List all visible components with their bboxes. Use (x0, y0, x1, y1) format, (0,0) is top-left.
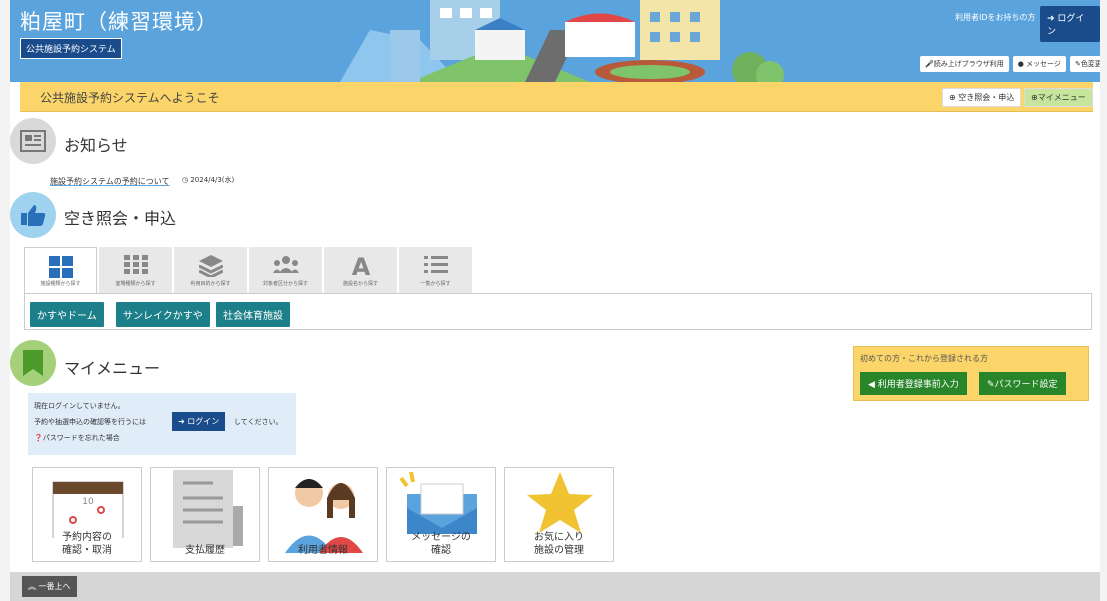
news-date: ◷ 2024/4/3(水) (182, 176, 235, 184)
microphone-icon: 🎤 (925, 60, 934, 68)
send-icon: ◀ (868, 380, 878, 390)
header: 粕屋町（練習環境） 公共施設予約システム 利用者IDをお持ちの方 ➜ ログイン … (10, 0, 1100, 82)
payment-history-card[interactable]: 支払履歴 (150, 467, 260, 562)
facility-sunlake-button[interactable]: サンレイクかすや (116, 302, 210, 327)
system-badge: 公共施設予約システム (20, 38, 122, 59)
mymenu-cards: 10 予約内容の 確認・取消 支払履歴 利用者情報 メッセージの 確認 お気に入り施… (32, 467, 614, 562)
svg-text:A: A (351, 255, 370, 277)
search-apply-button[interactable]: ⊕ 空き照会・申込 (942, 88, 1022, 107)
tab-facility-name[interactable]: A 施設名から探す (324, 247, 397, 294)
tab-facility-type[interactable]: 施設種類から探す (24, 247, 97, 294)
news-title: お知らせ (64, 136, 128, 155)
page: 粕屋町（練習環境） 公共施設予約システム 利用者IDをお持ちの方 ➜ ログイン … (10, 0, 1100, 601)
site-title: 粕屋町（練習環境） (20, 10, 218, 34)
mymenu-button[interactable]: ⊕マイメニュー (1024, 88, 1093, 107)
facility-button-box: かすやドーム サンレイクかすや 社会体育施設 (24, 293, 1092, 330)
grid-icon (48, 256, 73, 278)
list-icon (423, 256, 448, 273)
register-button[interactable]: ◀ 利用者登録事前入力 (860, 372, 967, 395)
tab-list[interactable]: 一覧から探す (399, 247, 472, 294)
message-card[interactable]: メッセージの 確認 (386, 467, 496, 562)
login-info-box: 現在ログインしていません。 予約や抽選申込の確認等を行うには ➜ ログイン して… (28, 393, 296, 455)
facility-sports-button[interactable]: 社会体育施設 (216, 302, 290, 327)
back-to-top-button[interactable]: ︽ 一番上へ (22, 576, 77, 597)
favorites-card[interactable]: お気に入り 施設の管理 (504, 467, 614, 562)
user-info-card[interactable]: 利用者情報 (268, 467, 378, 562)
header-login-button[interactable]: ➜ ログイン (1040, 6, 1100, 42)
welcome-text: 公共施設予約システムへようこそ (40, 91, 220, 105)
login-instruction-suffix: してください。 (234, 418, 283, 426)
plus-circle-icon: ⊕ (1031, 93, 1038, 102)
reservation-card[interactable]: 10 予約内容の 確認・取消 (32, 467, 142, 562)
bookmark-icon (10, 340, 56, 386)
search-tabs: 施設種類から探す 室場種類から探す 利用目的から探す 対象者区分から探す A 施… (24, 247, 474, 294)
tab-purpose[interactable]: 利用目的から探す (174, 247, 247, 294)
tab-room-type[interactable]: 室場種類から探す (99, 247, 172, 294)
login-icon: ➜ (178, 417, 188, 426)
pointing-hand-icon (10, 192, 56, 238)
letter-a-icon: A (351, 255, 370, 277)
envelope-icon (399, 471, 477, 534)
news-link[interactable]: 施設予約システムの予約について (50, 176, 170, 187)
plus-circle-icon: ⊕ (949, 93, 959, 102)
question-icon: ❓ (34, 434, 43, 442)
welcome-bar: 公共施設予約システムへようこそ ⊕ 空き照会・申込 ⊕マイメニュー (20, 82, 1093, 112)
calendar-icon: 10 (52, 481, 124, 538)
tool-buttons: 🎤読み上げブラウザ利用 ● メッセージ ✎色変更 (920, 56, 1100, 72)
first-time-title: 初めての方・これから登録される方 (860, 354, 988, 363)
newspaper-icon (10, 118, 56, 164)
layers-icon (198, 255, 223, 277)
password-setting-button[interactable]: ✎パスワード設定 (979, 372, 1066, 395)
login-note: 利用者IDをお持ちの方 (955, 13, 1036, 22)
not-logged-in-text: 現在ログインしていません。 (34, 402, 125, 410)
first-time-box: 初めての方・これから登録される方 ◀ 利用者登録事前入力 ✎パスワード設定 (853, 346, 1089, 401)
color-change-button[interactable]: ✎色変更 (1069, 56, 1100, 72)
screen-reader-button[interactable]: 🎤読み上げブラウザ利用 (920, 56, 1009, 72)
tab-target-group[interactable]: 対象者区分から探す (249, 247, 322, 294)
footer-bar: ︽ 一番上へ (10, 572, 1100, 601)
people-icon (272, 256, 299, 273)
search-title: 空き照会・申込 (64, 209, 177, 228)
star-icon (527, 472, 593, 533)
login-icon: ➜ (1047, 14, 1058, 24)
town-illustration (340, 0, 784, 82)
pencil-icon: ✎ (987, 380, 995, 390)
svg-text:10: 10 (82, 497, 94, 507)
login-instruction-text: 予約や抽選申込の確認等を行うには (34, 418, 146, 426)
login-button[interactable]: ➜ ログイン (172, 412, 226, 431)
small-grid-icon (123, 255, 148, 274)
message-button[interactable]: ● メッセージ (1012, 56, 1066, 72)
chevron-up-icon: ︽ (28, 582, 39, 591)
facility-kasuya-dome-button[interactable]: かすやドーム (30, 302, 104, 327)
mymenu-title: マイメニュー (64, 359, 161, 378)
forgot-password-link[interactable]: ❓パスワードを忘れた場合 (34, 433, 120, 443)
chat-icon: ● (1017, 60, 1027, 68)
